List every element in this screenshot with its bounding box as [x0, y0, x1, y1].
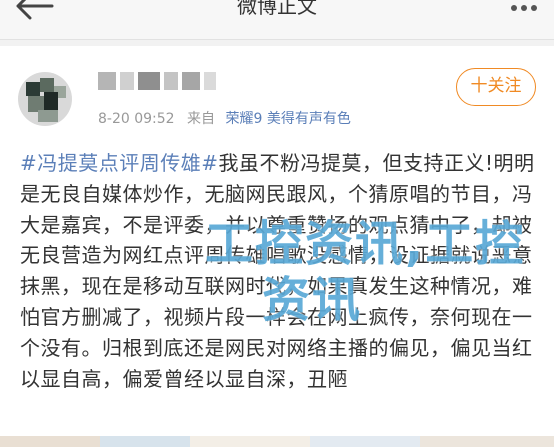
- post-timestamp: 8-20 09:52: [98, 111, 175, 127]
- top-navigation-bar: 微博正文: [0, 0, 554, 40]
- weibo-post-card: 8-20 09:52 来自 荣耀9 美得有声有色 十关注 #冯提莫点评周传雄#我…: [0, 46, 554, 436]
- watermark-line-2: 资讯: [262, 272, 363, 328]
- avatar[interactable]: [18, 72, 72, 126]
- more-dots-icon[interactable]: [510, 4, 538, 12]
- post-device[interactable]: 荣耀9 美得有声有色: [225, 111, 350, 127]
- post-meta: 8-20 09:52 来自 荣耀9 美得有声有色: [98, 108, 351, 128]
- follow-button[interactable]: 十关注: [456, 68, 536, 106]
- topic-link[interactable]: #冯提莫点评周传雄#: [20, 151, 219, 175]
- author-name-pixelated[interactable]: [98, 72, 228, 94]
- post-source-prefix: 来自: [187, 111, 216, 127]
- watermark-line-1: 工控资讯,工控: [205, 216, 526, 272]
- image-strip-bottom: [0, 436, 554, 447]
- page-title: 微博正文: [237, 0, 317, 18]
